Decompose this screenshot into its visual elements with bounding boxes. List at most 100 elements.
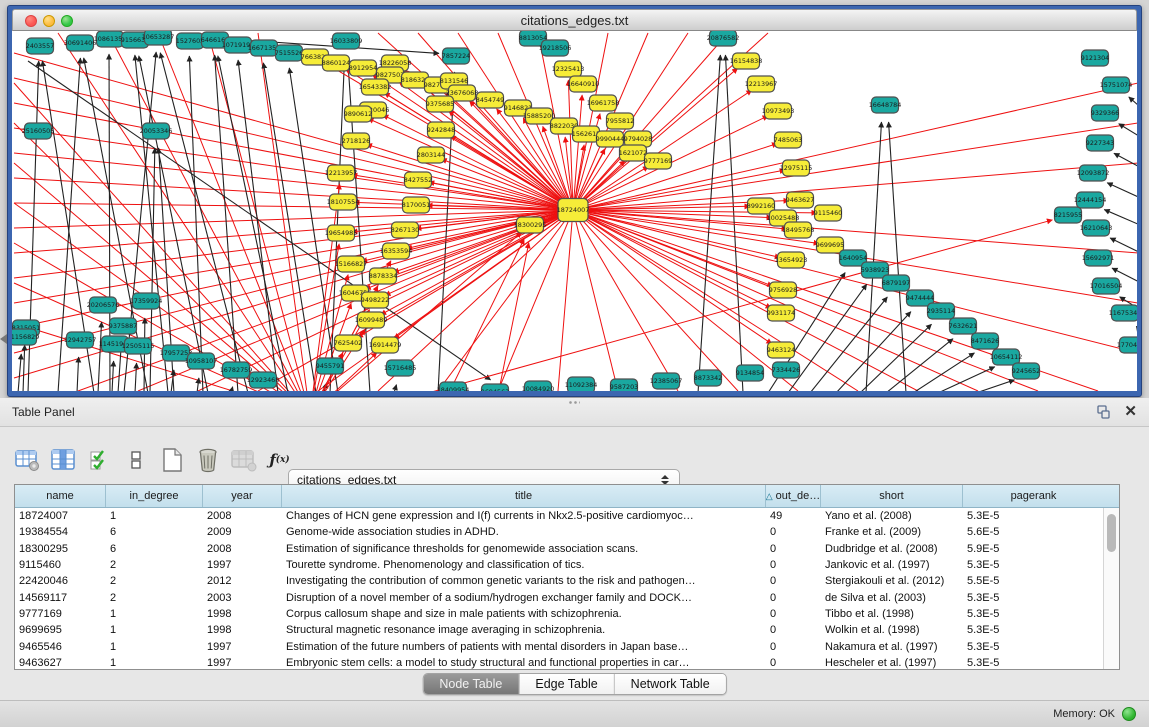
graph-node[interactable]: 16353594 bbox=[380, 243, 413, 259]
graph-node[interactable]: 17016504 bbox=[1090, 278, 1123, 294]
table-row[interactable]: 1872400712008Changes of HCN gene express… bbox=[15, 508, 1103, 524]
graph-node[interactable]: 9121304 bbox=[1081, 50, 1109, 66]
graph-node[interactable]: 8267130 bbox=[391, 222, 419, 238]
table-row[interactable]: 911546021997Tourette syndrome. Phenomeno… bbox=[15, 557, 1103, 573]
hub-node[interactable]: 18724007 bbox=[557, 199, 590, 222]
graph-node[interactable]: 30691406 bbox=[64, 35, 97, 51]
graph-node[interactable]: 6879197 bbox=[882, 275, 910, 291]
graph-node[interactable]: 8170051 bbox=[402, 197, 430, 213]
graph-node[interactable]: 9455791 bbox=[316, 358, 344, 374]
graph-node[interactable]: 16099489 bbox=[355, 312, 388, 328]
graph-node[interactable]: 11675344 bbox=[1109, 305, 1137, 321]
graph-node[interactable]: 8215955 bbox=[1054, 207, 1082, 223]
column-header-year[interactable]: year bbox=[203, 485, 282, 507]
splitter-grip[interactable] bbox=[568, 400, 580, 405]
graph-node[interactable]: 15716485 bbox=[384, 360, 417, 376]
graph-node[interactable]: 7485063 bbox=[774, 132, 802, 148]
graph-node[interactable]: 10973493 bbox=[762, 103, 795, 119]
column-header-pagerank[interactable]: pagerank bbox=[963, 485, 1104, 507]
network-canvas[interactable]: 2403557306914061086135491566321065328715… bbox=[12, 31, 1137, 391]
graph-node[interactable]: 8471626 bbox=[971, 333, 999, 349]
tab-edge-table[interactable]: Edge Table bbox=[519, 674, 614, 694]
column-header-in_degree[interactable]: in_degree bbox=[106, 485, 203, 507]
vertical-scrollbar[interactable] bbox=[1103, 508, 1119, 669]
tab-network-table[interactable]: Network Table bbox=[615, 674, 726, 694]
graph-node[interactable]: 17359924 bbox=[130, 293, 163, 309]
table-row[interactable]: 1830029562008Estimation of significance … bbox=[15, 541, 1103, 557]
graph-node[interactable]: 7632621 bbox=[949, 318, 977, 334]
graph-node[interactable]: 12975115 bbox=[780, 160, 813, 176]
table-row[interactable]: 977716911998Corpus callosum shape and si… bbox=[15, 606, 1103, 622]
graph-node[interactable]: 7625402 bbox=[334, 335, 362, 351]
column-header-short[interactable]: short bbox=[821, 485, 963, 507]
graph-node[interactable]: 9375887 bbox=[109, 318, 137, 334]
graph-node[interactable]: 8427552 bbox=[404, 172, 432, 188]
graph-node[interactable]: 9245652 bbox=[1012, 363, 1040, 379]
column-header-name[interactable]: name bbox=[15, 485, 106, 507]
graph-node[interactable]: 2718126 bbox=[342, 133, 370, 149]
table-select-dropdown[interactable]: citations_edges.txt bbox=[288, 448, 680, 470]
graph-node[interactable]: 7515526 bbox=[275, 45, 303, 61]
table-row[interactable]: 1938455462009Genome-wide association stu… bbox=[15, 524, 1103, 540]
graph-node[interactable]: 9463627 bbox=[786, 192, 814, 208]
graph-node[interactable]: 2803144 bbox=[417, 147, 445, 163]
graph-node[interactable]: 12213957 bbox=[325, 165, 358, 181]
graph-node[interactable]: 9756928 bbox=[769, 282, 797, 298]
column-header-title[interactable]: title bbox=[282, 485, 766, 507]
graph-node[interactable]: 10653287 bbox=[142, 31, 175, 45]
graph-node[interactable]: 9931174 bbox=[767, 305, 795, 321]
graph-node[interactable]: 18300295 bbox=[514, 217, 547, 233]
float-panel-icon[interactable] bbox=[1095, 405, 1110, 419]
graph-node[interactable]: 9777169 bbox=[644, 153, 672, 169]
graph-node[interactable]: 8873342 bbox=[694, 370, 722, 386]
graph-node[interactable]: 9227343 bbox=[1086, 135, 1114, 151]
graph-node[interactable]: 8912954 bbox=[349, 60, 377, 76]
graph-node[interactable]: 8878334 bbox=[369, 268, 397, 284]
graph-node[interactable]: 16914479 bbox=[369, 337, 402, 353]
graph-node[interactable]: 11092384 bbox=[565, 377, 598, 391]
scrollbar-thumb[interactable] bbox=[1107, 514, 1116, 552]
graph-node[interactable]: 18409954 bbox=[437, 382, 470, 391]
graph-node[interactable]: 15692971 bbox=[1082, 250, 1115, 266]
table-settings-icon[interactable] bbox=[14, 447, 41, 474]
graph-node[interactable]: 9242848 bbox=[427, 122, 455, 138]
graph-node[interactable]: 9115460 bbox=[814, 205, 842, 221]
select-rows-icon[interactable] bbox=[86, 447, 113, 474]
graph-node[interactable]: 12213967 bbox=[745, 76, 778, 92]
graph-node[interactable]: 12385067 bbox=[650, 373, 683, 389]
graph-node[interactable]: 9134854 bbox=[736, 365, 764, 381]
graph-node[interactable]: 20876582 bbox=[707, 31, 740, 46]
graph-node[interactable]: 9890612 bbox=[344, 106, 372, 122]
graph-node[interactable]: 18495768 bbox=[782, 222, 815, 238]
graph-node[interactable]: 19654985 bbox=[325, 225, 358, 241]
graph-node[interactable]: 16961758 bbox=[587, 95, 620, 111]
graph-node[interactable]: 2403557 bbox=[26, 38, 54, 54]
delete-table-icon[interactable] bbox=[194, 447, 221, 474]
graph-node[interactable]: 12444154 bbox=[1074, 192, 1107, 208]
graph-node[interactable]: 12942757 bbox=[64, 332, 97, 348]
graph-node[interactable]: 7955812 bbox=[606, 113, 634, 129]
graph-node[interactable]: 9375685 bbox=[426, 96, 454, 112]
citation-network-graph[interactable]: 2403557306914061086135491566321065328715… bbox=[12, 31, 1137, 391]
table-row[interactable]: 969969511998Structural magnetic resonanc… bbox=[15, 622, 1103, 638]
table-body[interactable]: 1872400712008Changes of HCN gene express… bbox=[15, 508, 1103, 669]
close-panel-icon[interactable]: ✕ bbox=[1124, 403, 1137, 421]
graph-node[interactable]: 10958107 bbox=[185, 353, 218, 369]
graph-node[interactable]: 9498222 bbox=[361, 292, 389, 308]
graph-node[interactable]: 16648784 bbox=[869, 97, 902, 113]
graph-node[interactable]: 9699695 bbox=[816, 237, 844, 253]
graph-node[interactable]: 20053346 bbox=[140, 123, 173, 139]
graph-node[interactable]: 9694563 bbox=[481, 384, 509, 391]
graph-node[interactable]: 18107554 bbox=[327, 194, 360, 210]
table-row[interactable]: 1456911722003Disruption of a novel membe… bbox=[15, 589, 1103, 605]
graph-node[interactable]: 9990444 bbox=[596, 131, 624, 147]
graph-node[interactable]: 7857224 bbox=[442, 48, 470, 64]
graph-node[interactable]: 12093872 bbox=[1077, 165, 1110, 181]
column-header-out_de[interactable]: △out_de… bbox=[766, 485, 821, 507]
graph-node[interactable]: 17704530 bbox=[1117, 337, 1137, 353]
graph-node[interactable]: 15166827 bbox=[335, 256, 368, 272]
tab-node-table[interactable]: Node Table bbox=[423, 674, 519, 694]
table-row[interactable]: 2242004622012Investigating the contribut… bbox=[15, 573, 1103, 589]
graph-node[interactable]: 2935114 bbox=[927, 303, 955, 319]
row-height-icon[interactable] bbox=[122, 447, 149, 474]
